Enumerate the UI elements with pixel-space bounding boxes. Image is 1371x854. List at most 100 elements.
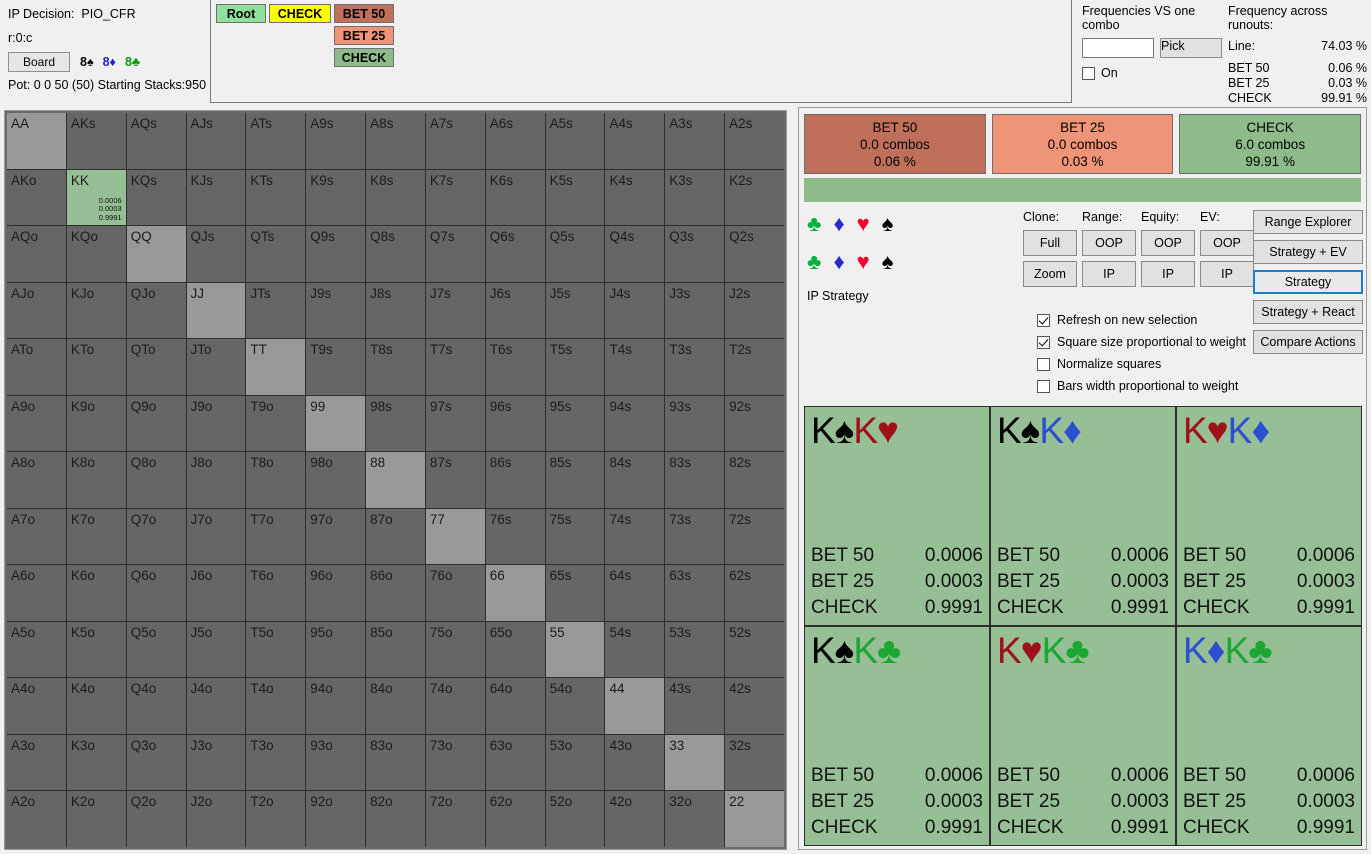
matrix-cell-85o[interactable]: 85o xyxy=(366,621,425,678)
matrix-cell-QQ[interactable]: QQ xyxy=(126,226,186,282)
matrix-cell-75o[interactable]: 75o xyxy=(425,621,485,678)
action-bet-25[interactable]: BET 25 0.0 combos 0.03 % xyxy=(991,114,1174,174)
matrix-cell-JJ[interactable]: JJ xyxy=(186,282,246,339)
matrix-cell-T2o[interactable]: T2o xyxy=(246,791,306,847)
matrix-cell-22[interactable]: 22 xyxy=(725,791,784,847)
matrix-cell-53s[interactable]: 53s xyxy=(665,621,725,678)
matrix-cell-T2s[interactable]: T2s xyxy=(725,339,784,395)
matrix-cell-JTs[interactable]: JTs xyxy=(246,282,306,339)
tree-node-check-parent[interactable]: CHECK xyxy=(269,4,331,23)
matrix-cell-K2o[interactable]: K2o xyxy=(66,791,126,847)
matrix-cell-A6o[interactable]: A6o xyxy=(7,565,66,621)
heart-icon[interactable]: ♥ xyxy=(857,213,870,235)
matrix-cell-Q4s[interactable]: Q4s xyxy=(605,226,665,282)
matrix-cell-A6s[interactable]: A6s xyxy=(485,113,545,169)
matrix-cell-82o[interactable]: 82o xyxy=(366,791,425,847)
matrix-cell-J7s[interactable]: J7s xyxy=(425,282,485,339)
matrix-cell-74s[interactable]: 74s xyxy=(605,508,665,565)
matrix-cell-43s[interactable]: 43s xyxy=(665,678,725,734)
matrix-cell-A9s[interactable]: A9s xyxy=(306,113,366,169)
matrix-cell-T8s[interactable]: T8s xyxy=(366,339,425,395)
club-icon[interactable]: ♣ xyxy=(807,251,821,273)
control-button-oop[interactable]: OOP xyxy=(1082,230,1136,256)
control-button-ip[interactable]: IP xyxy=(1200,261,1254,287)
option-row[interactable]: Bars width proportional to weight xyxy=(1037,379,1337,393)
matrix-cell-J8s[interactable]: J8s xyxy=(366,282,425,339)
matrix-cell-A3s[interactable]: A3s xyxy=(665,113,725,169)
on-checkbox[interactable] xyxy=(1082,66,1095,80)
matrix-cell-Q7s[interactable]: Q7s xyxy=(425,226,485,282)
matrix-cell-TT[interactable]: TT xyxy=(246,339,306,395)
combo-card[interactable]: K♥K♦ BET 50 0.0006 BET 25 0.0003 CHECK 0.9991 xyxy=(1177,407,1361,625)
option-checkbox[interactable] xyxy=(1037,335,1050,349)
matrix-cell-A3o[interactable]: A3o xyxy=(7,734,66,791)
matrix-cell-J2o[interactable]: J2o xyxy=(186,791,246,847)
board-button[interactable]: Board xyxy=(8,52,70,72)
pick-button[interactable]: Pick xyxy=(1160,38,1222,58)
matrix-cell-72s[interactable]: 72s xyxy=(725,508,784,565)
matrix-cell-K5o[interactable]: K5o xyxy=(66,621,126,678)
matrix-cell-K9s[interactable]: K9s xyxy=(306,169,366,226)
matrix-cell-K8o[interactable]: K8o xyxy=(66,452,126,508)
combo-card[interactable]: K♠K♥ BET 50 0.0006 BET 25 0.0003 CHECK 0.9991 xyxy=(805,407,989,625)
matrix-cell-52s[interactable]: 52s xyxy=(725,621,784,678)
matrix-cell-A5o[interactable]: A5o xyxy=(7,621,66,678)
option-checkbox[interactable] xyxy=(1037,357,1050,371)
matrix-cell-J4s[interactable]: J4s xyxy=(605,282,665,339)
matrix-cell-Q6s[interactable]: Q6s xyxy=(485,226,545,282)
matrix-cell-Q3s[interactable]: Q3s xyxy=(665,226,725,282)
matrix-cell-K9o[interactable]: K9o xyxy=(66,395,126,452)
matrix-cell-T8o[interactable]: T8o xyxy=(246,452,306,508)
matrix-cell-95s[interactable]: 95s xyxy=(545,395,605,452)
matrix-cell-Q8s[interactable]: Q8s xyxy=(366,226,425,282)
option-row[interactable]: Normalize squares xyxy=(1037,357,1337,371)
matrix-cell-94o[interactable]: 94o xyxy=(306,678,366,734)
matrix-cell-J2s[interactable]: J2s xyxy=(725,282,784,339)
matrix-cell-J6o[interactable]: J6o xyxy=(186,565,246,621)
matrix-cell-65s[interactable]: 65s xyxy=(545,565,605,621)
matrix-cell-Q3o[interactable]: Q3o xyxy=(126,734,186,791)
matrix-cell-97s[interactable]: 97s xyxy=(425,395,485,452)
matrix-cell-QTs[interactable]: QTs xyxy=(246,226,306,282)
matrix-cell-A8o[interactable]: A8o xyxy=(7,452,66,508)
view-button-strategy-ev[interactable]: Strategy + EV xyxy=(1253,240,1363,264)
diamond-icon[interactable]: ♦ xyxy=(833,213,844,235)
matrix-cell-KTo[interactable]: KTo xyxy=(66,339,126,395)
matrix-cell-AQs[interactable]: AQs xyxy=(126,113,186,169)
matrix-cell-KJs[interactable]: KJs xyxy=(186,169,246,226)
matrix-cell-87s[interactable]: 87s xyxy=(425,452,485,508)
matrix-cell-85s[interactable]: 85s xyxy=(545,452,605,508)
matrix-cell-32o[interactable]: 32o xyxy=(665,791,725,847)
matrix-cell-J5o[interactable]: J5o xyxy=(186,621,246,678)
matrix-cell-84s[interactable]: 84s xyxy=(605,452,665,508)
matrix-cell-86s[interactable]: 86s xyxy=(485,452,545,508)
matrix-cell-T6s[interactable]: T6s xyxy=(485,339,545,395)
matrix-cell-AA[interactable]: AA xyxy=(7,113,66,169)
matrix-cell-Q4o[interactable]: Q4o xyxy=(126,678,186,734)
matrix-cell-J6s[interactable]: J6s xyxy=(485,282,545,339)
matrix-cell-Q5s[interactable]: Q5s xyxy=(545,226,605,282)
matrix-cell-AQo[interactable]: AQo xyxy=(7,226,66,282)
matrix-cell-A2o[interactable]: A2o xyxy=(7,791,66,847)
matrix-cell-94s[interactable]: 94s xyxy=(605,395,665,452)
control-button-full[interactable]: Full xyxy=(1023,230,1077,256)
matrix-cell-A7o[interactable]: A7o xyxy=(7,508,66,565)
matrix-cell-Q2s[interactable]: Q2s xyxy=(725,226,784,282)
matrix-cell-96s[interactable]: 96s xyxy=(485,395,545,452)
matrix-cell-K4s[interactable]: K4s xyxy=(605,169,665,226)
tree-node-bet50[interactable]: BET 50 xyxy=(334,4,394,23)
matrix-cell-92o[interactable]: 92o xyxy=(306,791,366,847)
matrix-cell-KQs[interactable]: KQs xyxy=(126,169,186,226)
matrix-cell-87o[interactable]: 87o xyxy=(366,508,425,565)
matrix-cell-K7s[interactable]: K7s xyxy=(425,169,485,226)
matrix-cell-82s[interactable]: 82s xyxy=(725,452,784,508)
matrix-cell-K8s[interactable]: K8s xyxy=(366,169,425,226)
matrix-cell-A5s[interactable]: A5s xyxy=(545,113,605,169)
matrix-cell-J8o[interactable]: J8o xyxy=(186,452,246,508)
matrix-cell-76s[interactable]: 76s xyxy=(485,508,545,565)
matrix-cell-AKo[interactable]: AKo xyxy=(7,169,66,226)
matrix-cell-64o[interactable]: 64o xyxy=(485,678,545,734)
matrix-cell-54s[interactable]: 54s xyxy=(605,621,665,678)
matrix-cell-K5s[interactable]: K5s xyxy=(545,169,605,226)
matrix-cell-K6s[interactable]: K6s xyxy=(485,169,545,226)
